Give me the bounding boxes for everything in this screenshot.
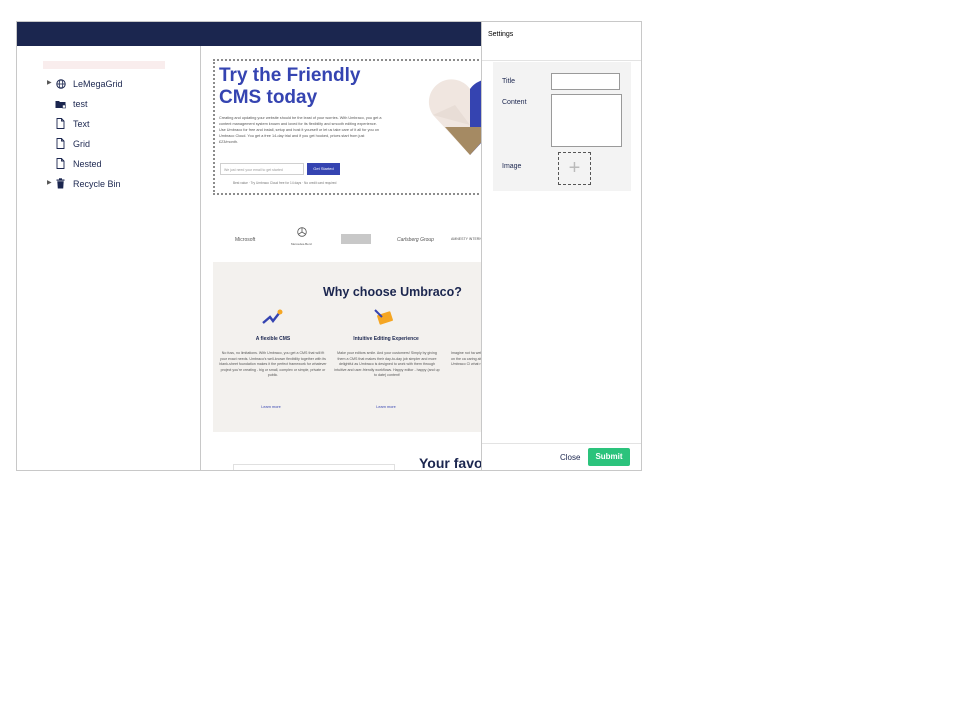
page-preview: Try the Friendly CMS today Creating and … bbox=[213, 59, 503, 471]
email-field[interactable]: We just need your email to get started bbox=[220, 163, 304, 175]
tree-item-label: Nested bbox=[73, 159, 102, 169]
hero-note: Best value · Try Umbraco Cloud free for … bbox=[233, 181, 337, 185]
carlsberg-logo: Carlsberg Group bbox=[397, 237, 434, 243]
submit-button[interactable]: Submit bbox=[588, 448, 630, 466]
tree-item-test[interactable]: test bbox=[17, 94, 200, 114]
learn-more-link[interactable]: Learn more bbox=[251, 405, 291, 409]
client-logos: Microsoft Mercedes-Benz Carlsberg Group … bbox=[213, 227, 503, 259]
image-label: Image bbox=[502, 163, 522, 170]
get-started-button[interactable]: Get Started bbox=[307, 163, 340, 175]
divider bbox=[482, 443, 641, 444]
tree-selection-highlight bbox=[43, 61, 165, 69]
plus-icon: + bbox=[568, 157, 581, 179]
flexible-cms-icon bbox=[262, 309, 283, 324]
content-field[interactable] bbox=[551, 94, 622, 147]
editing-icon bbox=[374, 309, 393, 325]
close-button[interactable]: Close bbox=[560, 453, 580, 462]
tree-item-grid[interactable]: Grid bbox=[17, 134, 200, 154]
tree-item-label: Text bbox=[73, 119, 90, 129]
document-icon bbox=[55, 138, 66, 149]
folder-icon bbox=[55, 98, 66, 109]
tree-item-nested[interactable]: Nested bbox=[17, 154, 200, 174]
hero-title: Try the Friendly CMS today bbox=[219, 65, 361, 108]
globe-icon bbox=[55, 78, 66, 89]
panel-title: Settings bbox=[488, 31, 514, 38]
title-field[interactable] bbox=[551, 73, 620, 90]
title-label: Title bbox=[502, 78, 515, 85]
tree-item-label: Grid bbox=[73, 139, 91, 149]
divider bbox=[482, 60, 641, 61]
hero-text: Creating and updating your website shoul… bbox=[219, 116, 382, 144]
hero-section[interactable]: Try the Friendly CMS today Creating and … bbox=[213, 59, 503, 195]
partner-logo bbox=[341, 234, 371, 244]
document-icon bbox=[55, 118, 66, 129]
trash-icon bbox=[55, 178, 66, 189]
feature-text: Make your editors smile. And your custom… bbox=[334, 351, 440, 378]
preview-card bbox=[233, 464, 395, 470]
feature-title: A flexible CMS bbox=[255, 336, 291, 342]
expand-caret-icon[interactable]: ▶ bbox=[47, 79, 52, 86]
learn-more-link[interactable]: Learn more bbox=[366, 405, 406, 409]
content-tree-sidebar: ▶ LeMegaGrid test Text Grid Nested ▶ Rec… bbox=[17, 46, 201, 470]
settings-form: Title Content Image + bbox=[493, 62, 631, 191]
document-icon bbox=[55, 158, 66, 169]
tree-item-recycle-bin[interactable]: ▶ Recycle Bin bbox=[17, 174, 200, 194]
tree-item-label: LeMegaGrid bbox=[73, 79, 123, 89]
settings-panel: Settings Title Content Image + Close Sub… bbox=[481, 21, 642, 471]
tree-item-label: Recycle Bin bbox=[73, 179, 121, 189]
content-label: Content bbox=[502, 99, 527, 106]
tree-item-text[interactable]: Text bbox=[17, 114, 200, 134]
content-tree: ▶ LeMegaGrid test Text Grid Nested ▶ Rec… bbox=[17, 74, 200, 194]
why-section: Why choose Umbraco? A flexible CMS No fu… bbox=[213, 262, 503, 432]
section-title: Why choose Umbraco? bbox=[323, 285, 462, 299]
tree-item-lemegagrid[interactable]: ▶ LeMegaGrid bbox=[17, 74, 200, 94]
add-image-button[interactable]: + bbox=[558, 152, 591, 185]
mercedes-logo: Mercedes-Benz bbox=[291, 242, 313, 246]
section-title: Your favo bbox=[419, 455, 483, 471]
microsoft-logo: Microsoft bbox=[235, 237, 256, 243]
expand-caret-icon[interactable]: ▶ bbox=[47, 179, 52, 186]
tree-item-label: test bbox=[73, 99, 88, 109]
mercedes-star-icon bbox=[297, 227, 307, 237]
feature-title: Intuitive Editing Experience bbox=[353, 336, 419, 342]
feature-text: No fuss, no limitations. With Umbraco, y… bbox=[219, 351, 327, 378]
